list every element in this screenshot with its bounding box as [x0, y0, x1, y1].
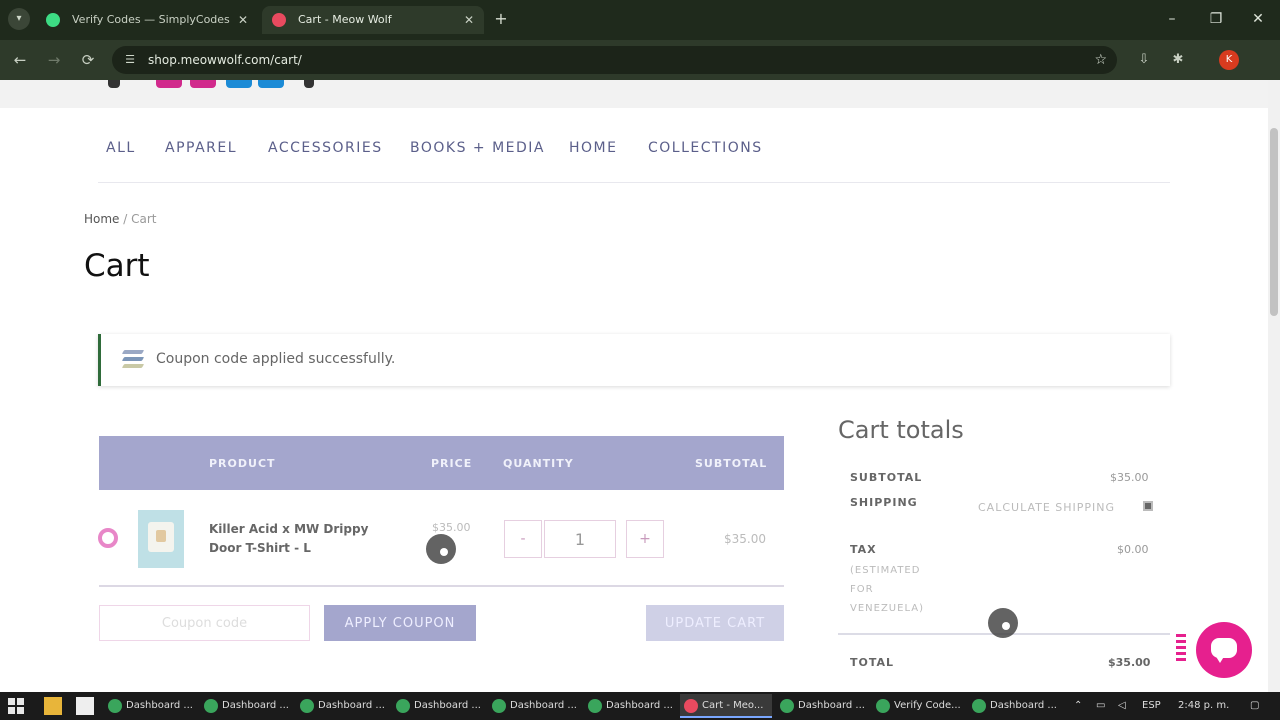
tab-simplycodes[interactable]: Verify Codes — SimplyCodes ✕ [36, 6, 258, 34]
header-subtotal: SUBTOTAL [695, 457, 768, 470]
product-name-link[interactable]: Killer Acid x MW Drippy Door T-Shirt - L [209, 520, 399, 558]
quantity-increase-button[interactable]: + [626, 520, 664, 558]
totals-subtotal-label: SUBTOTAL [850, 471, 923, 484]
notepad-icon[interactable] [76, 697, 94, 715]
taskbar-window-item[interactable]: Dashboard ... [104, 694, 196, 718]
quantity-decrease-button[interactable]: - [504, 520, 542, 558]
breadcrumb-home-link[interactable]: Home [84, 212, 119, 226]
taskbar-window-item[interactable]: Dashboard ... [200, 694, 292, 718]
chat-bubble-icon [1211, 638, 1237, 663]
tray-notifications-icon[interactable]: ▢ [1250, 692, 1259, 720]
address-url[interactable]: shop.meowwolf.com/cart/ [148, 46, 302, 74]
tab-search-button[interactable]: ▾ [8, 8, 30, 30]
simplycodes-favicon-icon [46, 13, 60, 27]
totals-shipping-label: SHIPPING [850, 496, 918, 509]
nav-divider [98, 182, 1170, 183]
close-window-button[interactable]: ✕ [1236, 0, 1280, 40]
item-subtotal: $35.00 [724, 532, 766, 546]
breadcrumb: Home / Cart [84, 212, 157, 226]
table-row-divider [99, 585, 784, 587]
totals-tax-value: $0.00 [1117, 543, 1149, 556]
update-cart-button[interactable]: UPDATE CART [646, 605, 784, 641]
mouse-cursor-indicator [988, 608, 1018, 638]
taskbar-window-item[interactable]: Dashboard ... [776, 694, 868, 718]
bookmark-star-icon[interactable]: ☆ [1094, 46, 1107, 74]
quantity-input[interactable] [544, 520, 616, 558]
taskbar-window-item[interactable]: Verify Code... [872, 694, 964, 718]
close-tab-icon[interactable]: ✕ [464, 6, 474, 34]
tray-clock[interactable]: 2:48 p. m. [1178, 692, 1229, 720]
close-tab-icon[interactable]: ✕ [238, 6, 248, 34]
tray-network-icon[interactable]: ▭ [1096, 692, 1105, 720]
nav-apparel[interactable]: APPAREL [165, 140, 237, 156]
tray-language[interactable]: ESP [1142, 692, 1161, 720]
totals-tax-label: TAX [850, 543, 877, 556]
nav-collections[interactable]: COLLECTIONS [648, 140, 763, 156]
success-stack-icon [119, 346, 147, 374]
header-product: PRODUCT [209, 457, 276, 470]
taskbar-window-item[interactable]: Dashboard ... [392, 694, 484, 718]
extensions-icon[interactable]: ✱ [1166, 48, 1190, 72]
page-title: Cart [84, 248, 150, 284]
header-quantity: QUANTITY [503, 457, 574, 470]
coupon-success-notice: Coupon code applied successfully. [98, 334, 1170, 386]
remove-item-button[interactable] [98, 528, 118, 548]
cart-table-header: PRODUCT PRICE QUANTITY SUBTOTAL [99, 436, 784, 490]
back-icon[interactable]: ← [8, 48, 32, 72]
site-logo[interactable] [108, 80, 328, 90]
apply-coupon-button[interactable]: APPLY COUPON [324, 605, 476, 641]
taskbar-window-item-active[interactable]: Cart - Meo... [680, 694, 772, 718]
nav-accessories[interactable]: ACCESSORIES [268, 140, 383, 156]
nav-all[interactable]: ALL [106, 140, 136, 156]
chat-drag-handle[interactable] [1176, 634, 1186, 664]
totals-total-value: $35.00 [1108, 656, 1151, 669]
notice-message: Coupon code applied successfully. [156, 351, 396, 367]
nav-books-media[interactable]: BOOKS + MEDIA [410, 140, 545, 156]
product-thumbnail[interactable] [138, 510, 184, 568]
chat-launcher-button[interactable] [1196, 622, 1252, 678]
nav-home[interactable]: HOME [569, 140, 617, 156]
scrollbar-thumb[interactable] [1270, 128, 1278, 316]
coupon-code-input[interactable] [99, 605, 310, 641]
reload-icon[interactable]: ⟳ [76, 48, 100, 72]
tray-chevron-icon[interactable]: ⌃ [1074, 692, 1082, 720]
mouse-cursor-indicator [426, 534, 456, 564]
address-bar[interactable]: ☰ shop.meowwolf.com/cart/ ☆ [112, 46, 1117, 74]
totals-subtotal-value: $35.00 [1110, 471, 1149, 484]
breadcrumb-current: Cart [131, 212, 157, 226]
taskbar-window-item[interactable]: Dashboard ... [584, 694, 676, 718]
windows-start-icon[interactable] [8, 698, 24, 714]
shipping-toggle-icon[interactable] [1143, 501, 1153, 511]
taskbar-window-item[interactable]: Dashboard ... [968, 694, 1060, 718]
file-explorer-icon[interactable] [44, 697, 62, 715]
profile-avatar[interactable]: K [1219, 50, 1239, 70]
taskbar-window-item[interactable]: Dashboard ... [296, 694, 388, 718]
site-info-icon[interactable]: ☰ [122, 52, 138, 68]
product-price: $35.00 [432, 521, 471, 534]
breadcrumb-separator: / [123, 212, 128, 226]
minimize-button[interactable]: – [1150, 0, 1194, 40]
tab-title: Verify Codes — SimplyCodes [72, 13, 230, 26]
totals-tax-note: (ESTIMATED FOR VENEZUELA) [850, 565, 924, 614]
cart-totals-title: Cart totals [838, 416, 964, 444]
meow-wolf-favicon-icon [272, 13, 286, 27]
forward-icon[interactable]: → [42, 48, 66, 72]
downloads-icon[interactable]: ⇩ [1132, 48, 1156, 72]
tray-volume-icon[interactable]: ◁ [1118, 692, 1126, 720]
maximize-button[interactable]: ❐ [1194, 0, 1238, 40]
calculate-shipping-link[interactable]: CALCULATE SHIPPING [978, 501, 1115, 514]
tab-title: Cart - Meow Wolf [298, 13, 392, 26]
totals-total-label: TOTAL [850, 656, 895, 669]
taskbar-window-item[interactable]: Dashboard ... [488, 694, 580, 718]
new-tab-button[interactable]: + [490, 8, 512, 30]
header-price: PRICE [431, 457, 473, 470]
tab-cart-meow-wolf[interactable]: Cart - Meow Wolf ✕ [262, 6, 484, 34]
